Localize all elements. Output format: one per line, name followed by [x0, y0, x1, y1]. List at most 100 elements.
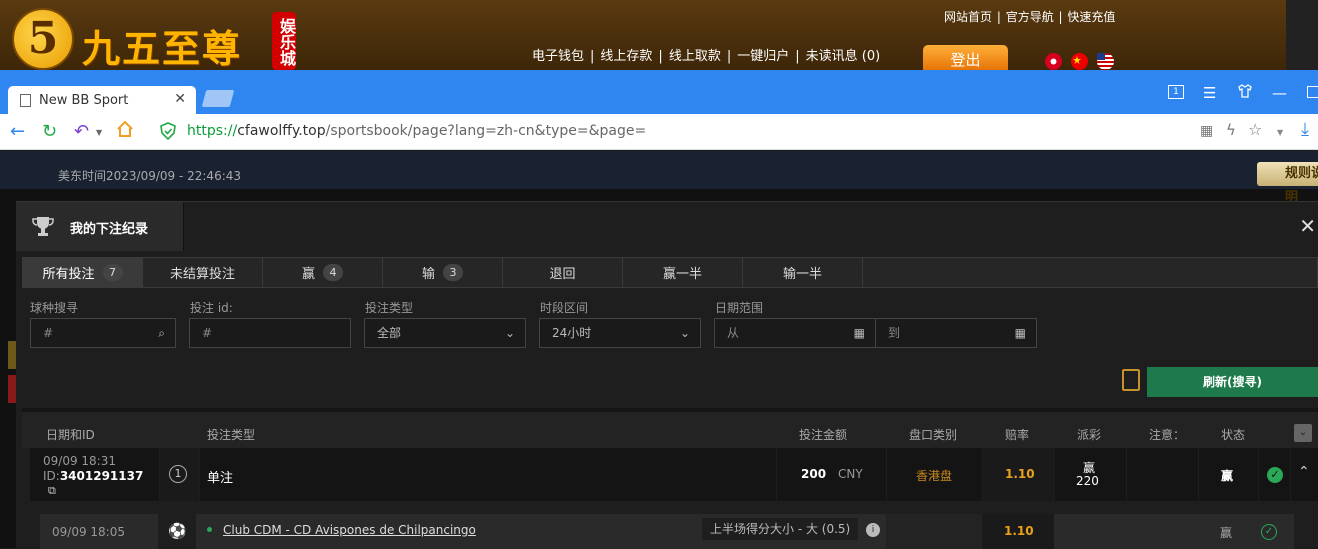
nav-link-withdraw[interactable]: 线上取款	[669, 49, 721, 64]
chevron-down-icon: ⌄	[679, 326, 690, 340]
bet-id: 3401291137	[59, 469, 144, 483]
tab-unsettled[interactable]: 未结算投注	[143, 258, 263, 287]
col-odds: 赔率	[1005, 428, 1030, 442]
bet-date: 09/09 18:31	[43, 454, 116, 468]
reload-icon[interactable]: ↻	[42, 121, 57, 142]
bet-index-badge: 1	[169, 465, 187, 483]
modal-title: 我的下注纪录	[70, 222, 149, 237]
bookmark-dropdown-icon[interactable]: ▼	[1277, 128, 1283, 137]
table-row[interactable]: 09/09 18:31 ID:3401291137 ⧉ 1 单注 200 CNY…	[30, 448, 1318, 501]
chevron-down-icon: ⌄	[504, 326, 515, 340]
period-select[interactable]: 24小时 ⌄	[539, 318, 701, 348]
qr-icon[interactable]: ▦	[1200, 123, 1213, 139]
site-logo-badge: 娱乐城	[272, 12, 296, 70]
nav-link-merge[interactable]: 一键归户	[737, 49, 789, 64]
tab-title: New BB Sport	[39, 92, 129, 108]
cn-flag-icon[interactable]	[1071, 53, 1088, 70]
selection-row: 09/09 18:05 ⚽ Club CDM - CD Avispones de…	[40, 514, 1294, 549]
trophy-icon	[30, 214, 56, 238]
search-icon[interactable]: ⌕	[158, 319, 165, 347]
top-link-home[interactable]: 网站首页	[943, 10, 993, 24]
bet-type: 单注	[207, 471, 234, 486]
bet-type-select[interactable]: 全部 ⌄	[364, 318, 526, 348]
hk-flag-icon[interactable]	[1045, 53, 1062, 70]
win-check-cell: ✓	[1259, 448, 1291, 501]
left-side-bar	[8, 341, 16, 369]
collapse-all-icon[interactable]: ⌄	[1294, 424, 1312, 442]
win-check-icon: ✓	[1267, 467, 1283, 483]
count-badge: 4	[323, 264, 343, 281]
maximize-icon[interactable]	[1307, 86, 1318, 98]
new-tab-button[interactable]	[201, 90, 235, 107]
bookmark-star-icon[interactable]: ☆	[1248, 120, 1262, 139]
bet-market: 香港盘	[916, 469, 953, 483]
us-flag-icon[interactable]	[1097, 53, 1114, 70]
col-amount: 投注金额	[799, 428, 848, 442]
top-link-nav[interactable]: 官方导航	[1005, 10, 1055, 24]
calendar-icon[interactable]: ▦	[854, 319, 865, 347]
selection-odds-cell: 1.10	[982, 514, 1054, 549]
logout-button[interactable]: 登出	[923, 45, 1008, 73]
modal-close-icon[interactable]: ✕	[1299, 214, 1316, 238]
tab-half-win[interactable]: 赢一半	[623, 258, 743, 287]
site-header: 5 九五至尊 娱乐城 网站首页 | 官方导航 | 快速充值 电子钱包 | 线上存款 |…	[0, 0, 1318, 73]
rules-button[interactable]: 规则说明	[1257, 162, 1318, 205]
nav-link-wallet[interactable]: 电子钱包	[532, 49, 584, 64]
download-icon[interactable]: ⤓	[1301, 119, 1309, 140]
bet-amount-cell: 200 CNY	[777, 448, 887, 501]
match-link[interactable]: Club CDM - CD Avispones de Chilpancingo	[223, 523, 476, 537]
copy-icon[interactable]: ⧉	[48, 484, 56, 498]
site-logo-text: 九五至尊	[82, 26, 243, 71]
count-badge: 7	[102, 264, 123, 281]
refresh-search-button[interactable]: 刷新(搜寻)	[1147, 367, 1318, 397]
col-status: 状态	[1221, 428, 1246, 442]
shirt-icon[interactable]	[1237, 83, 1253, 103]
browser-tab-active[interactable]: New BB Sport ✕	[8, 86, 196, 114]
collapse-row-icon[interactable]: ⌃	[1298, 464, 1310, 480]
bet-id-label: 投注 id:	[190, 301, 233, 315]
tab-half-lose[interactable]: 输一半	[743, 258, 863, 287]
check-outline-icon: ✓	[1261, 524, 1277, 540]
bet-id-row: ID:3401291137	[43, 469, 144, 483]
calendar-icon[interactable]: ▦	[1015, 319, 1026, 347]
nav-link-deposit[interactable]: 线上存款	[600, 49, 652, 64]
sport-search-input[interactable]: # ⌕	[30, 318, 176, 348]
tab-count-icon[interactable]: 1	[1168, 85, 1184, 99]
tab-refund[interactable]: 退回	[503, 258, 623, 287]
undo-dropdown-icon[interactable]: ▼	[96, 128, 102, 137]
tab-win[interactable]: 赢4	[263, 258, 383, 287]
home-icon[interactable]	[116, 120, 134, 143]
eastern-time: 美东时间2023/09/09 - 22:46:43	[58, 169, 242, 183]
market-desc: 上半场得分大小 - 大 (0.5)	[702, 518, 859, 540]
left-side-bar-red	[8, 375, 16, 403]
modal-tab-header[interactable]: 我的下注纪录	[16, 202, 184, 251]
bet-type-label: 投注类型	[365, 301, 414, 315]
lightning-icon[interactable]: ϟ	[1226, 121, 1236, 139]
minimize-icon[interactable]: —	[1272, 84, 1287, 102]
undo-icon[interactable]: ↶	[74, 121, 89, 142]
account-nav: 电子钱包 | 线上存款 | 线上取款 | 一键归户 | 未读讯息 (0)	[532, 49, 881, 64]
date-range-label: 日期范围	[715, 301, 764, 315]
tab-lose[interactable]: 输3	[383, 258, 503, 287]
menu-icon[interactable]: ☰	[1203, 84, 1216, 102]
bet-amount: 200	[801, 467, 827, 481]
tab-all[interactable]: 所有投注 7	[23, 258, 143, 287]
date-from-input[interactable]: 从 ▦	[714, 318, 876, 348]
col-date-id: 日期和ID	[46, 428, 95, 442]
top-link-recharge[interactable]: 快速充值	[1066, 10, 1116, 24]
bet-id-input[interactable]: #	[189, 318, 351, 348]
nav-link-messages[interactable]: 未读讯息 (0)	[806, 49, 881, 64]
col-bet-type: 投注类型	[207, 428, 256, 442]
bet-status-cell: 赢	[1199, 448, 1259, 501]
info-icon[interactable]: i	[866, 523, 880, 537]
date-to-input[interactable]: 到 ▦	[875, 318, 1037, 348]
secure-shield-icon[interactable]	[160, 122, 176, 145]
bet-odds: 1.10	[1005, 467, 1035, 481]
url-text[interactable]: https://cfawolffy.top/sportsbook/page?la…	[187, 123, 646, 139]
status-filter-tabs: 所有投注 7 未结算投注 赢4 输3 退回 赢一半 输一半	[22, 257, 1318, 288]
clipboard-icon[interactable]	[1122, 369, 1140, 391]
tab-close-icon[interactable]: ✕	[174, 91, 186, 107]
site-logo-icon: 5	[12, 8, 74, 70]
bet-odds-cell: 1.10	[983, 448, 1055, 501]
back-icon[interactable]: ←	[10, 121, 25, 142]
